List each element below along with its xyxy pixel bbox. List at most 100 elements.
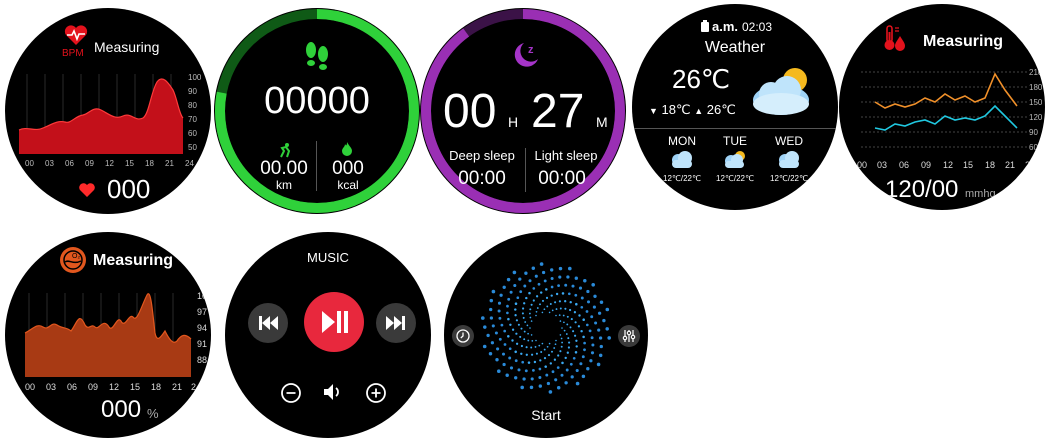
spiral-dot	[561, 327, 563, 329]
heart-title: Measuring	[94, 39, 160, 55]
weather-divider	[632, 128, 838, 129]
next-track-button[interactable]	[376, 303, 416, 343]
spiral-dot	[580, 296, 584, 300]
distance-unit: km	[276, 178, 292, 192]
heart-y-tick: 50	[188, 143, 197, 152]
oxygen-icon: O₂	[60, 247, 86, 273]
spiral-dot	[564, 356, 567, 360]
weather-ampm: a.m.	[712, 19, 739, 34]
spiral-dot	[507, 297, 511, 301]
spiral-dot	[496, 347, 500, 351]
spiral-dot	[554, 301, 557, 304]
sleep-screen: z 00 H 27 M Deep sleep 00:00 Light sleep…	[420, 8, 626, 214]
spiral-dot	[507, 317, 510, 321]
up-arrow-icon: ▲	[694, 106, 704, 116]
spiral-dot	[551, 309, 554, 312]
spiral-dot	[495, 358, 499, 362]
spiral-dot	[572, 356, 576, 360]
spiral-dot	[579, 362, 583, 366]
spiral-dot	[607, 336, 611, 340]
spiral-dot	[548, 390, 553, 394]
spiral-dot	[586, 289, 590, 294]
steps-divider	[316, 141, 317, 191]
spo2-x-tick: 06	[67, 382, 77, 392]
spiral-dot	[523, 330, 526, 333]
spo2-value: 000	[101, 396, 142, 423]
heart-y-tick: 90	[188, 87, 197, 96]
spiral-dot	[488, 351, 493, 356]
sliders-icon	[622, 330, 636, 342]
spiral-dot	[575, 345, 578, 348]
spiral-dot	[571, 284, 575, 288]
spiral-dot	[489, 316, 494, 320]
spiral-dot	[535, 352, 538, 355]
deep-sleep-label: Deep sleep	[449, 148, 515, 163]
spiral-dot	[519, 335, 522, 338]
spiral-dot	[539, 303, 541, 306]
spiral-dot	[520, 327, 523, 330]
partly-cloudy-icon	[753, 68, 809, 115]
spo2-x-tick: 00	[25, 382, 35, 392]
clock-icon	[456, 329, 470, 343]
spiral-dot	[578, 314, 581, 317]
spiral-dot	[529, 385, 534, 390]
previous-track-button[interactable]	[248, 303, 288, 343]
spiral-dot	[499, 293, 503, 297]
spiral-dot	[585, 323, 589, 327]
spiral-dot	[605, 307, 610, 312]
flame-icon	[342, 142, 352, 156]
start-button[interactable]: Start	[531, 407, 561, 423]
spiral-dot	[561, 361, 564, 365]
cloud-icon	[672, 151, 692, 168]
forecast-day: TUE	[723, 134, 747, 148]
spiral-dot	[549, 362, 553, 365]
bp-y-tick: 90	[1029, 128, 1038, 137]
spiral-dot	[543, 348, 546, 351]
spo2-x-tick: 15	[130, 382, 140, 392]
heart-y-tick: 70	[188, 115, 197, 124]
spiral-dot	[514, 376, 518, 380]
spiral-dot	[509, 366, 514, 370]
spiral-dot	[530, 346, 533, 349]
spiral-dot	[554, 343, 557, 346]
spiral-dot	[506, 304, 509, 308]
volume-down-button[interactable]	[280, 382, 302, 404]
spiral-dot	[515, 342, 519, 345]
spiral-dot	[558, 314, 561, 316]
spiral-dot	[585, 310, 589, 313]
bp-y-tick: 120	[1029, 113, 1043, 122]
volume-up-button[interactable]	[365, 382, 387, 404]
bp-title: Measuring	[923, 33, 1004, 50]
heart-rate-chart: 100 90 80 70 60 50 00 03 06 09 12 15 18 …	[18, 73, 202, 168]
bp-x-tick: 24	[1025, 160, 1035, 170]
spiral-dot	[590, 336, 594, 340]
bp-x-tick: 03	[877, 160, 887, 170]
forecast-day: WED	[775, 134, 803, 148]
spiral-dot	[498, 316, 502, 320]
spiral-dot	[503, 343, 507, 346]
settings-button[interactable]	[618, 325, 640, 347]
bp-y-tick: 180	[1029, 83, 1043, 92]
spiral-dot	[535, 339, 537, 342]
spiral-dot	[580, 329, 583, 333]
spiral-dot	[532, 299, 535, 302]
spiral-dot	[530, 334, 533, 336]
spiral-dot	[529, 327, 531, 329]
spo2-chart: 100 97 94 91 88 00 03 06 09 12 15 18 21 …	[24, 291, 211, 392]
spiral-dot	[532, 369, 535, 372]
spiral-dot	[536, 307, 539, 309]
history-button[interactable]	[452, 325, 474, 347]
spiral-dot	[502, 362, 506, 367]
play-pause-button[interactable]	[304, 292, 364, 352]
spiral-dot	[524, 271, 528, 275]
spiral-dot	[556, 386, 561, 390]
heart-x-tick: 12	[105, 159, 114, 168]
spiral-dot	[574, 334, 577, 337]
spiral-dot	[529, 316, 532, 319]
spiral-dot	[546, 381, 551, 386]
spiral-dot	[544, 365, 547, 368]
spiral-dot	[530, 303, 533, 306]
bp-unit: mmhg	[965, 188, 996, 200]
heart-y-tick: 60	[188, 129, 197, 138]
sleep-minutes: 27	[531, 85, 585, 138]
